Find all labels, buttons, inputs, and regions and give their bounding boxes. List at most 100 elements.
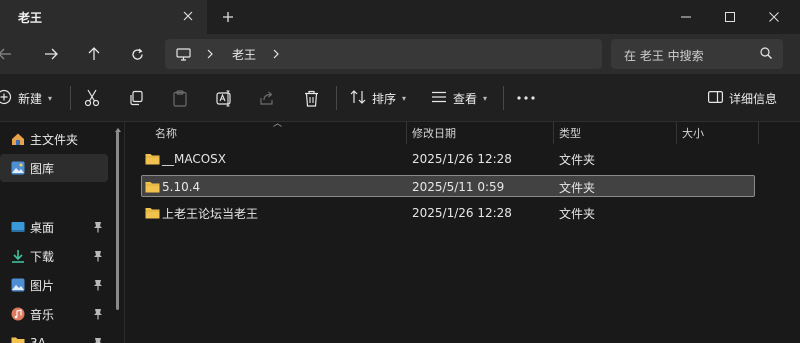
- sidebar-item-label: 音乐: [30, 307, 55, 322]
- add-icon: [0, 89, 12, 108]
- new-button[interactable]: 新建 ▾: [0, 86, 52, 110]
- chevron-down-icon: ▾: [402, 93, 407, 103]
- file-name: 5.10.4: [162, 180, 201, 194]
- file-modified: 2025/5/11 0:59: [412, 180, 505, 194]
- view-icon: [431, 91, 447, 106]
- up-icon[interactable]: [83, 43, 105, 65]
- pin-icon[interactable]: [93, 221, 103, 233]
- sort-icon: [350, 89, 366, 107]
- sidebar-item-desktop[interactable]: 桌面: [0, 213, 108, 241]
- title-bar: 老王: [0, 0, 800, 34]
- sidebar-item-label: 3A: [30, 336, 46, 343]
- address-bar[interactable]: 老王: [165, 39, 602, 69]
- gallery-icon: [11, 161, 25, 175]
- pin-icon[interactable]: [93, 279, 103, 291]
- navigation-pane: 主文件夹 图库 桌面 下载 图片 音乐 3A: [0, 122, 124, 343]
- file-type: 文件夹: [559, 180, 596, 195]
- pin-icon[interactable]: [93, 308, 103, 320]
- chevron-down-icon: ▾: [48, 93, 53, 103]
- column-header-name[interactable]: 名称: [155, 122, 177, 144]
- scroll-up-icon[interactable]: [114, 122, 122, 132]
- column-header-size[interactable]: 大小: [682, 122, 704, 144]
- file-type: 文件夹: [559, 152, 596, 167]
- sidebar-item-pictures[interactable]: 图片: [0, 271, 108, 299]
- file-name: 上老王论坛当老王: [162, 206, 259, 221]
- computer-icon[interactable]: [176, 39, 191, 69]
- sidebar-item-3a[interactable]: 3A: [0, 329, 108, 343]
- pin-icon[interactable]: [93, 337, 103, 343]
- sidebar-item-label: 下载: [30, 249, 55, 264]
- sidebar-item-gallery[interactable]: 图库: [0, 154, 108, 182]
- folder-icon: [145, 176, 160, 198]
- column-header-type[interactable]: 类型: [559, 122, 581, 144]
- forward-icon[interactable]: [40, 43, 62, 65]
- details-pane-button[interactable]: 详细信息: [708, 86, 777, 110]
- file-list: ︿ 名称 修改日期 类型 大小 __MACOSX 2025/1/26 12:28…: [124, 119, 800, 343]
- search-icon[interactable]: [759, 46, 775, 62]
- search-box[interactable]: 在 老王 中搜索: [611, 39, 783, 69]
- home-icon: [11, 132, 25, 146]
- share-icon[interactable]: [259, 86, 275, 110]
- sidebar-item-label: 桌面: [30, 220, 55, 235]
- tab-title: 老王: [18, 11, 43, 25]
- column-header-modified[interactable]: 修改日期: [412, 122, 456, 144]
- file-type: 文件夹: [559, 206, 596, 221]
- sidebar-item-label: 主文件夹: [30, 132, 79, 147]
- sidebar-item-label: 图片: [30, 278, 55, 293]
- toolbar-divider: [503, 86, 504, 110]
- pin-icon[interactable]: [93, 250, 103, 262]
- new-label: 新建: [18, 91, 43, 106]
- breadcrumb-chevron-icon[interactable]: [207, 39, 213, 69]
- file-modified: 2025/1/26 12:28: [412, 152, 512, 166]
- column-divider[interactable]: [676, 122, 677, 144]
- sort-label: 排序: [372, 91, 397, 106]
- view-button[interactable]: 查看 ▾: [431, 86, 487, 110]
- table-row[interactable]: __MACOSX 2025/1/26 12:28 文件夹: [141, 148, 755, 170]
- rename-icon[interactable]: [216, 86, 233, 110]
- folder-icon: [145, 148, 160, 170]
- sidebar-item-downloads[interactable]: 下载: [0, 242, 108, 270]
- new-tab-icon[interactable]: [218, 7, 238, 27]
- close-icon[interactable]: [180, 8, 196, 24]
- column-divider[interactable]: [406, 122, 407, 144]
- sort-ascending-icon: ︿: [273, 119, 283, 129]
- command-bar: 新建 ▾ 排序 ▾ 查看 ▾ 详细信息: [0, 74, 800, 122]
- sidebar-item-home[interactable]: 主文件夹: [0, 125, 108, 153]
- file-modified: 2025/1/26 12:28: [412, 206, 512, 220]
- more-options-icon[interactable]: [517, 86, 535, 110]
- download-icon: [11, 249, 25, 263]
- column-divider[interactable]: [553, 122, 554, 144]
- music-icon: [11, 307, 25, 321]
- delete-icon[interactable]: [304, 86, 319, 110]
- table-row[interactable]: 上老王论坛当老王 2025/1/26 12:28 文件夹: [141, 202, 755, 224]
- sidebar-item-label: 图库: [30, 161, 55, 176]
- sidebar-item-music[interactable]: 音乐: [0, 300, 108, 328]
- chevron-down-icon: ▾: [483, 93, 488, 103]
- minimize-icon[interactable]: [664, 0, 708, 34]
- sort-button[interactable]: 排序 ▾: [350, 86, 406, 110]
- view-label: 查看: [453, 91, 478, 106]
- file-name: __MACOSX: [162, 152, 227, 166]
- close-window-icon[interactable]: [752, 0, 796, 34]
- breadcrumb-chevron-icon[interactable]: [273, 39, 279, 69]
- details-pane-label: 详细信息: [729, 91, 778, 106]
- maximize-icon[interactable]: [708, 0, 752, 34]
- folder-icon: [145, 202, 160, 224]
- back-icon[interactable]: [0, 43, 16, 65]
- table-row[interactable]: 5.10.4 2025/5/11 0:59 文件夹: [141, 175, 755, 197]
- sidebar-scrollbar[interactable]: [116, 130, 119, 310]
- desktop-icon: [11, 220, 25, 234]
- toolbar-divider: [336, 86, 337, 110]
- column-divider[interactable]: [758, 122, 759, 144]
- breadcrumb-segment[interactable]: 老王: [232, 39, 256, 69]
- copy-icon[interactable]: [128, 86, 144, 110]
- toolbar-divider: [70, 86, 71, 110]
- pictures-icon: [11, 278, 25, 292]
- paste-icon[interactable]: [173, 86, 187, 110]
- tab-current[interactable]: 老王: [0, 0, 207, 34]
- navigation-bar: 老王 在 老王 中搜索: [0, 34, 800, 87]
- details-pane-icon: [708, 90, 724, 106]
- cut-icon[interactable]: [84, 86, 100, 110]
- search-input[interactable]: 在 老王 中搜索: [624, 47, 704, 64]
- refresh-icon[interactable]: [126, 43, 148, 65]
